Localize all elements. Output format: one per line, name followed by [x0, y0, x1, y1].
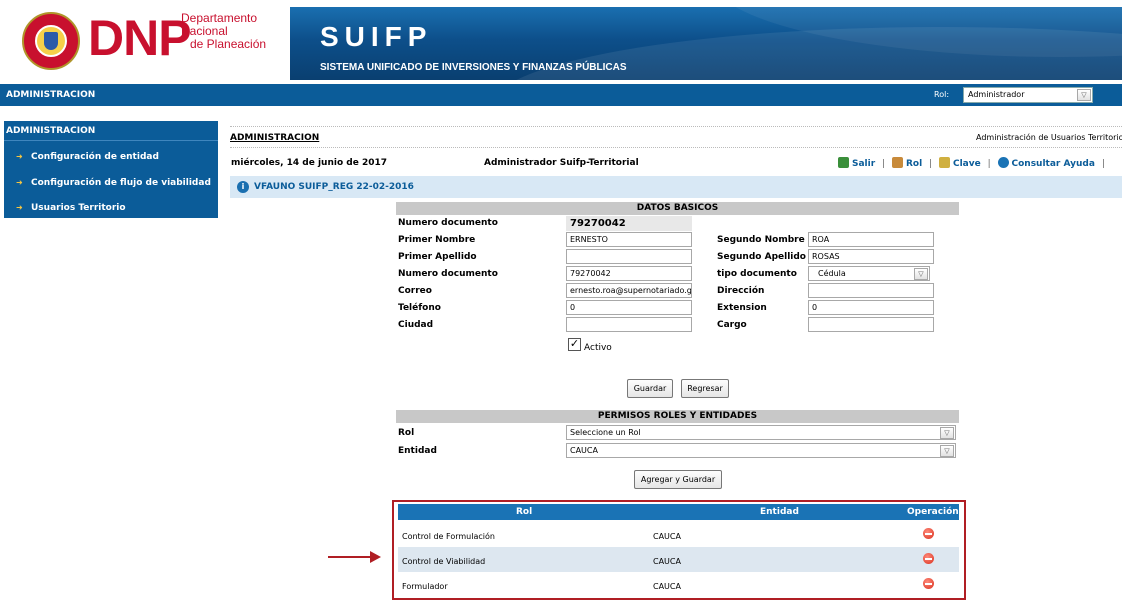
numero-documento-input[interactable]: 79270042	[566, 266, 692, 281]
cell-entidad: CAUCA	[653, 557, 681, 566]
chevron-down-icon[interactable]: ▽	[940, 427, 954, 439]
chevron-down-icon[interactable]: ▽	[914, 268, 928, 280]
sidebar-item-configuracion-entidad[interactable]: ➜ Configuración de entidad	[16, 152, 159, 162]
version-bar: i VFAUNO SUIFP_REG 22-02-2016	[230, 176, 1122, 198]
tipo-documento-select[interactable]: Cédula ▽	[808, 266, 930, 281]
current-date: miércoles, 14 de junio de 2017	[231, 158, 387, 168]
colombia-seal-icon	[22, 12, 80, 70]
dnp-logo: DNP Departamento Nacional de Planeación	[0, 0, 290, 80]
divider	[230, 126, 1122, 127]
correo-label: Correo	[398, 286, 432, 296]
page-header: DNP Departamento Nacional de Planeación …	[0, 0, 1122, 80]
direccion-input[interactable]	[808, 283, 934, 298]
guardar-button[interactable]: Guardar	[627, 379, 673, 398]
dnp-logo-subtitle: Departamento Nacional de Planeación	[181, 11, 267, 51]
delete-icon[interactable]	[923, 578, 934, 589]
top-nav-bar: ADMINISTRACION Rol: Administrador ▽	[0, 84, 1122, 106]
direccion-label: Dirección	[717, 286, 765, 296]
segundo-nombre-input[interactable]: ROA	[808, 232, 934, 247]
chevron-down-icon[interactable]: ▽	[1077, 89, 1091, 101]
chevron-down-icon[interactable]: ▽	[940, 445, 954, 457]
segundo-nombre-label: Segundo Nombre	[717, 235, 805, 245]
primer-apellido-label: Primer Apellido	[398, 252, 477, 262]
correo-input[interactable]: ernesto.roa@supernotariado.gov.co	[566, 283, 692, 298]
dnp-logo-letters: DNP	[88, 10, 192, 66]
extension-label: Extension	[717, 303, 767, 313]
table-row: Control de Viabilidad CAUCA	[398, 547, 959, 572]
app-title: SUIFP	[320, 21, 433, 52]
primer-nombre-input[interactable]: ERNESTO	[566, 232, 692, 247]
role-select-value: Administrador	[968, 90, 1025, 99]
numero-documento-readonly: 79270042	[566, 216, 692, 231]
cell-entidad: CAUCA	[653, 532, 681, 541]
arrow-bullet-icon: ➜	[16, 203, 23, 212]
table-row: Control de Formulación CAUCA	[398, 522, 959, 547]
salir-link[interactable]: Salir	[852, 159, 875, 169]
column-header-entidad: Entidad	[760, 507, 799, 517]
topbar-title: ADMINISTRACION	[6, 90, 96, 100]
suifp-banner: SUIFP SISTEMA UNIFICADO DE INVERSIONES Y…	[290, 7, 1122, 80]
key-icon[interactable]	[938, 157, 950, 168]
delete-icon[interactable]	[923, 553, 934, 564]
arrow-bullet-icon: ➜	[16, 178, 23, 187]
rol-select[interactable]: Seleccione un Rol ▽	[566, 425, 956, 440]
activo-checkbox[interactable]: ✓	[568, 338, 581, 351]
tipo-documento-label: tipo documento	[717, 269, 797, 279]
table-row: Formulador CAUCA	[398, 572, 959, 597]
segundo-apellido-label: Segundo Apellido	[717, 252, 806, 262]
help-icon[interactable]	[997, 157, 1009, 168]
cell-entidad: CAUCA	[653, 582, 681, 591]
sidebar: ADMINISTRACION ➜ Configuración de entidad…	[4, 121, 218, 218]
table-header: Rol Entidad Operación	[398, 504, 959, 520]
clave-link[interactable]: Clave	[953, 159, 981, 169]
sidebar-divider	[4, 140, 218, 141]
delete-icon[interactable]	[923, 528, 934, 539]
info-icon: i	[237, 181, 249, 193]
entidad-label: Entidad	[398, 446, 437, 456]
datos-basicos-header: DATOS BASICOS	[396, 202, 959, 215]
cell-rol: Control de Viabilidad	[402, 557, 486, 566]
page-title: Administración de Usuarios Territorio	[976, 133, 1122, 142]
current-user: Administrador Suifp-Territorial	[484, 158, 639, 168]
sidebar-title: ADMINISTRACION	[6, 126, 96, 136]
exit-icon[interactable]	[838, 157, 849, 168]
cell-rol: Control de Formulación	[402, 532, 495, 541]
version-text: VFAUNO SUIFP_REG 22-02-2016	[254, 182, 414, 192]
numero-documento-label: Numero documento	[398, 218, 498, 228]
rol-label: Rol	[398, 428, 415, 438]
entidad-select[interactable]: CAUCA ▽	[566, 443, 956, 458]
header-links: Salir | Rol | Clave | Consultar Ayuda |	[838, 157, 1109, 169]
regresar-button[interactable]: Regresar	[681, 379, 729, 398]
ayuda-link[interactable]: Consultar Ayuda	[1012, 159, 1095, 169]
arrow-bullet-icon: ➜	[16, 152, 23, 161]
sidebar-item-usuarios-territorio[interactable]: ➜ Usuarios Territorio	[16, 203, 126, 213]
permisos-header: PERMISOS ROLES Y ENTIDADES	[396, 410, 959, 423]
telefono-label: Teléfono	[398, 303, 441, 313]
cell-rol: Formulador	[402, 582, 448, 591]
divider	[230, 147, 1122, 148]
primer-apellido-input[interactable]	[566, 249, 692, 264]
annotation-arrow-icon	[370, 551, 381, 563]
telefono-input[interactable]: 0	[566, 300, 692, 315]
activo-label: Activo	[584, 343, 612, 353]
primer-nombre-label: Primer Nombre	[398, 235, 476, 245]
breadcrumb[interactable]: ADMINISTRACION	[230, 133, 319, 143]
ciudad-input[interactable]	[566, 317, 692, 332]
app-subtitle: SISTEMA UNIFICADO DE INVERSIONES Y FINAN…	[320, 62, 627, 73]
agregar-guardar-button[interactable]: Agregar y Guardar	[634, 470, 722, 489]
cargo-label: Cargo	[717, 320, 747, 330]
numero-documento2-label: Numero documento	[398, 269, 498, 279]
ciudad-label: Ciudad	[398, 320, 434, 330]
column-header-rol: Rol	[516, 507, 533, 517]
role-label: Rol:	[934, 90, 950, 99]
cargo-input[interactable]	[808, 317, 934, 332]
column-header-operacion: Operación	[907, 507, 959, 517]
extension-input[interactable]: 0	[808, 300, 934, 315]
sidebar-item-configuracion-flujo[interactable]: ➜ Configuración de flujo de viabilidad	[16, 178, 211, 188]
segundo-apellido-input[interactable]: ROSAS	[808, 249, 934, 264]
annotation-arrow-line	[328, 556, 372, 558]
user-role-icon[interactable]	[891, 157, 903, 168]
role-select[interactable]: Administrador ▽	[963, 87, 1093, 103]
rol-link[interactable]: Rol	[906, 159, 922, 169]
